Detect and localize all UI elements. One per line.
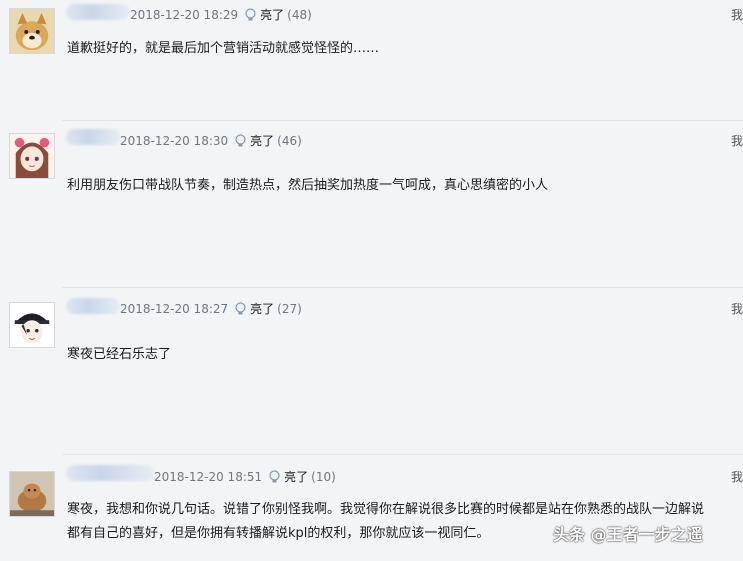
username[interactable] bbox=[66, 465, 154, 481]
like-count: (27) bbox=[277, 301, 302, 316]
comment-text-line: 寒夜，我想和你说几句话。说错了你别怪我啊。我觉得你在解说很多比赛的时候都是站在你… bbox=[67, 502, 705, 517]
like-label[interactable]: 亮了 bbox=[284, 468, 308, 485]
username[interactable] bbox=[66, 298, 120, 314]
like-count: (48) bbox=[287, 7, 312, 22]
reply-link[interactable]: 我 bbox=[731, 468, 743, 485]
comment-item: 2018-12-20 18:30 亮了 (46) 我 利用朋友伤口带战队节奏，制… bbox=[0, 121, 743, 287]
comment-text: 寒夜已经石乐志了 bbox=[67, 347, 172, 362]
lightbulb-icon[interactable] bbox=[234, 133, 247, 148]
comment-text: 利用朋友伤口带战队节奏，制造热点，然后抽奖加热度一气呵成，真心思缜密的小人 bbox=[67, 178, 549, 193]
reply-link[interactable]: 我 bbox=[731, 132, 743, 149]
comment-item: 2018-12-20 18:51 亮了 (10) 我 寒夜，我想和你说几句话。说… bbox=[0, 455, 743, 561]
reply-link[interactable]: 我 bbox=[731, 300, 743, 317]
lightbulb-icon[interactable] bbox=[234, 301, 247, 316]
comment-meta: 2018-12-20 18:27 亮了 (27) bbox=[120, 300, 302, 317]
like-label[interactable]: 亮了 bbox=[250, 132, 274, 149]
watermark: 头条 @王者一步之遥 bbox=[553, 525, 703, 544]
avatar[interactable] bbox=[9, 471, 55, 517]
avatar[interactable] bbox=[9, 8, 55, 54]
like-count: (46) bbox=[277, 133, 302, 148]
comment-item: 2018-12-20 18:29 亮了 (48) 我 道歉挺好的，就是最后加个营… bbox=[0, 0, 743, 120]
username[interactable] bbox=[66, 4, 130, 20]
timestamp: 2018-12-20 18:27 bbox=[120, 301, 229, 316]
comment-item: 2018-12-20 18:27 亮了 (27) 我 寒夜已经石乐志了 bbox=[0, 288, 743, 454]
lightbulb-icon[interactable] bbox=[268, 469, 281, 484]
comment-text-line: 都有自己的喜好，但是你拥有转播解说kpl的权利，那你就应该一视同仁。 bbox=[67, 526, 490, 541]
timestamp: 2018-12-20 18:51 bbox=[154, 469, 263, 484]
like-label[interactable]: 亮了 bbox=[250, 300, 274, 317]
avatar[interactable] bbox=[9, 302, 55, 348]
comment-meta: 2018-12-20 18:30 亮了 (46) bbox=[120, 132, 302, 149]
timestamp: 2018-12-20 18:30 bbox=[120, 133, 229, 148]
avatar[interactable] bbox=[9, 133, 55, 179]
comment-text: 道歉挺好的，就是最后加个营销活动就感觉怪怪的…… bbox=[67, 41, 380, 56]
username[interactable] bbox=[66, 129, 120, 145]
like-count: (10) bbox=[311, 469, 336, 484]
lightbulb-icon[interactable] bbox=[244, 7, 257, 22]
like-label[interactable]: 亮了 bbox=[260, 6, 284, 23]
comment-meta: 2018-12-20 18:29 亮了 (48) bbox=[130, 6, 312, 23]
reply-link[interactable]: 我 bbox=[731, 6, 743, 23]
timestamp: 2018-12-20 18:29 bbox=[130, 7, 239, 22]
comment-meta: 2018-12-20 18:51 亮了 (10) bbox=[154, 468, 336, 485]
